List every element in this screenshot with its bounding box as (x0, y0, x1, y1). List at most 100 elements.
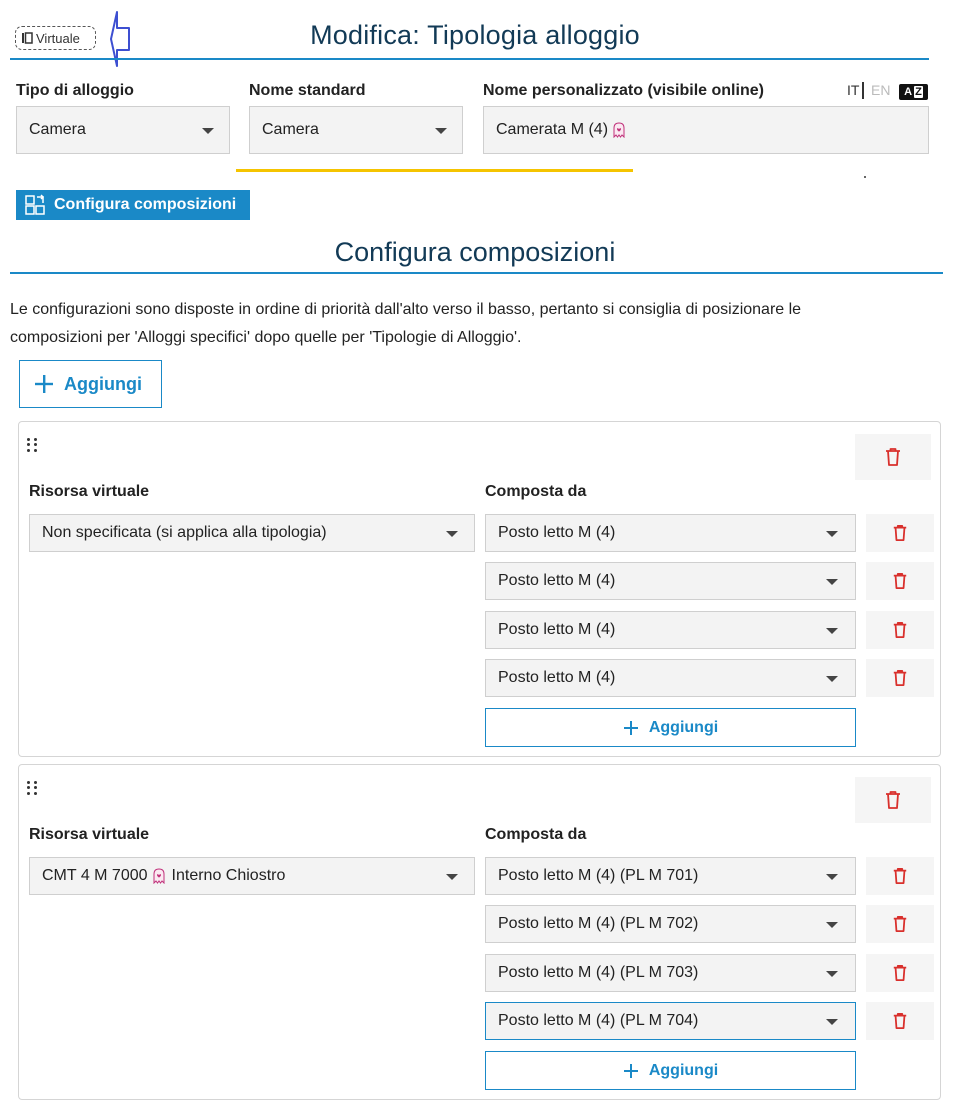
composta-da-value: Posto letto M (4) (498, 524, 616, 541)
delete-item-button[interactable] (866, 954, 934, 992)
composta-da-select[interactable]: Posto letto M (4) (PL M 701) (485, 857, 856, 895)
virtual-icon (21, 32, 33, 44)
add-item-button[interactable]: Aggiungi (485, 708, 856, 747)
chevron-down-icon (826, 628, 838, 634)
add-item-label: Aggiungi (648, 1061, 719, 1079)
trash-icon (893, 670, 907, 686)
chevron-down-icon (446, 874, 458, 880)
chevron-down-icon (202, 128, 214, 134)
composta-da-value: Posto letto M (4) (PL M 702) (498, 915, 699, 932)
chevron-down-icon (826, 579, 838, 585)
delete-composition-button[interactable] (855, 434, 931, 480)
trash-icon (893, 1013, 907, 1029)
composta-da-select[interactable]: Posto letto M (4) (485, 562, 856, 600)
trash-icon (886, 791, 900, 809)
tipo-alloggio-value: Camera (29, 121, 86, 138)
add-item-button[interactable]: Aggiungi (485, 1051, 856, 1090)
composta-da-value: Posto letto M (4) (498, 572, 616, 589)
composta-da-select[interactable]: Posto letto M (4) (PL M 703) (485, 954, 856, 992)
delete-item-button[interactable] (866, 857, 934, 895)
composta-da-value: Posto letto M (4) (PL M 704) (498, 1012, 699, 1029)
ghost-icon (153, 868, 165, 884)
trash-icon (893, 525, 907, 541)
chevron-down-icon (826, 676, 838, 682)
title-divider (10, 58, 929, 60)
trash-icon (893, 573, 907, 589)
nome-standard-value: Camera (262, 121, 319, 138)
composta-da-value: Posto letto M (4) (498, 669, 616, 686)
info-line-1: Le configurazioni sono disposte in ordin… (10, 301, 802, 318)
trash-icon (893, 622, 907, 638)
risorsa-virtuale-location: Interno Chiostro (171, 867, 286, 884)
virtual-badge: Virtuale (15, 26, 96, 50)
delete-item-button[interactable] (866, 1002, 934, 1040)
drag-handle-icon[interactable] (27, 781, 39, 795)
risorsa-virtuale-value: CMT 4 M 7000 (42, 867, 148, 884)
composition-card: Risorsa virtuale Composta da Non specifi… (18, 421, 941, 757)
highlight-bar (236, 169, 633, 172)
risorsa-virtuale-value: Non specificata (si applica alla tipolog… (42, 524, 327, 541)
drag-handle-icon[interactable] (27, 438, 39, 452)
risorsa-virtuale-label: Risorsa virtuale (29, 483, 150, 500)
plus-icon (623, 720, 638, 735)
delete-item-button[interactable] (866, 659, 934, 697)
nome-personalizzato-value: Camerata M (4) (496, 121, 609, 138)
delete-item-button[interactable] (866, 514, 934, 552)
risorsa-virtuale-select[interactable]: CMT 4 M 7000 Interno Chiostro (29, 857, 475, 895)
composta-da-label: Composta da (485, 826, 587, 843)
chevron-down-icon (826, 971, 838, 977)
info-line-2: composizioni per 'Alloggi specifici' dop… (10, 329, 522, 346)
nome-personalizzato-label: Nome personalizzato (visibile online) (483, 82, 764, 99)
composta-da-select-focused[interactable]: Posto letto M (4) (PL M 704) (485, 1002, 856, 1040)
trash-icon (893, 868, 907, 884)
add-composition-label: Aggiungi (64, 373, 142, 394)
trash-icon (886, 448, 900, 466)
composta-da-select[interactable]: Posto letto M (4) (485, 659, 856, 697)
chevron-down-icon (826, 874, 838, 880)
chevron-down-icon (826, 1019, 838, 1025)
nome-standard-label: Nome standard (249, 82, 366, 99)
composta-da-label: Composta da (485, 483, 587, 500)
nome-personalizzato-input[interactable]: Camerata M (4) (483, 106, 929, 154)
ghost-icon (613, 122, 625, 138)
delete-item-button[interactable] (866, 562, 934, 600)
section-title: Configura composizioni (334, 237, 616, 267)
composta-da-select[interactable]: Posto letto M (4) (485, 611, 856, 649)
nome-standard-select[interactable]: Camera (249, 106, 463, 154)
translate-icon[interactable]: AZ (899, 84, 928, 100)
add-item-label: Aggiungi (648, 718, 719, 736)
trash-icon (893, 965, 907, 981)
composta-da-value: Posto letto M (4) (PL M 703) (498, 964, 699, 981)
lang-en-toggle[interactable]: EN (871, 82, 890, 98)
trash-icon (893, 916, 907, 932)
page-title: Modifica: Tipologia alloggio (310, 20, 640, 50)
add-composition-button[interactable]: Aggiungi (19, 360, 162, 408)
dot (864, 176, 866, 178)
chevron-down-icon (826, 922, 838, 928)
composta-da-value: Posto letto M (4) (PL M 701) (498, 867, 699, 884)
risorsa-virtuale-label: Risorsa virtuale (29, 826, 150, 843)
chevron-down-icon (435, 128, 447, 134)
configura-composizioni-label: Configura composizioni (54, 196, 237, 213)
virtual-badge-label: Virtuale (36, 30, 80, 46)
plus-icon (35, 375, 53, 393)
chevron-down-icon (826, 531, 838, 537)
delete-item-button[interactable] (866, 905, 934, 943)
configura-composizioni-button[interactable]: Configura composizioni (16, 190, 250, 220)
risorsa-virtuale-select[interactable]: Non specificata (si applica alla tipolog… (29, 514, 475, 552)
delete-composition-button[interactable] (855, 777, 931, 823)
composta-da-select[interactable]: Posto letto M (4) (PL M 702) (485, 905, 856, 943)
puzzle-icon (25, 194, 45, 215)
composta-da-value: Posto letto M (4) (498, 621, 616, 638)
composition-card: Risorsa virtuale Composta da CMT 4 M 700… (18, 764, 941, 1100)
chevron-down-icon (446, 531, 458, 537)
lang-separator (862, 82, 864, 99)
section-divider (10, 272, 943, 274)
tipo-alloggio-label: Tipo di alloggio (16, 82, 134, 99)
plus-icon (623, 1063, 638, 1078)
tipo-alloggio-select[interactable]: Camera (16, 106, 230, 154)
composta-da-select[interactable]: Posto letto M (4) (485, 514, 856, 552)
lang-it-toggle[interactable]: IT (847, 82, 859, 98)
delete-item-button[interactable] (866, 611, 934, 649)
info-text: Le configurazioni sono disposte in ordin… (10, 296, 930, 352)
